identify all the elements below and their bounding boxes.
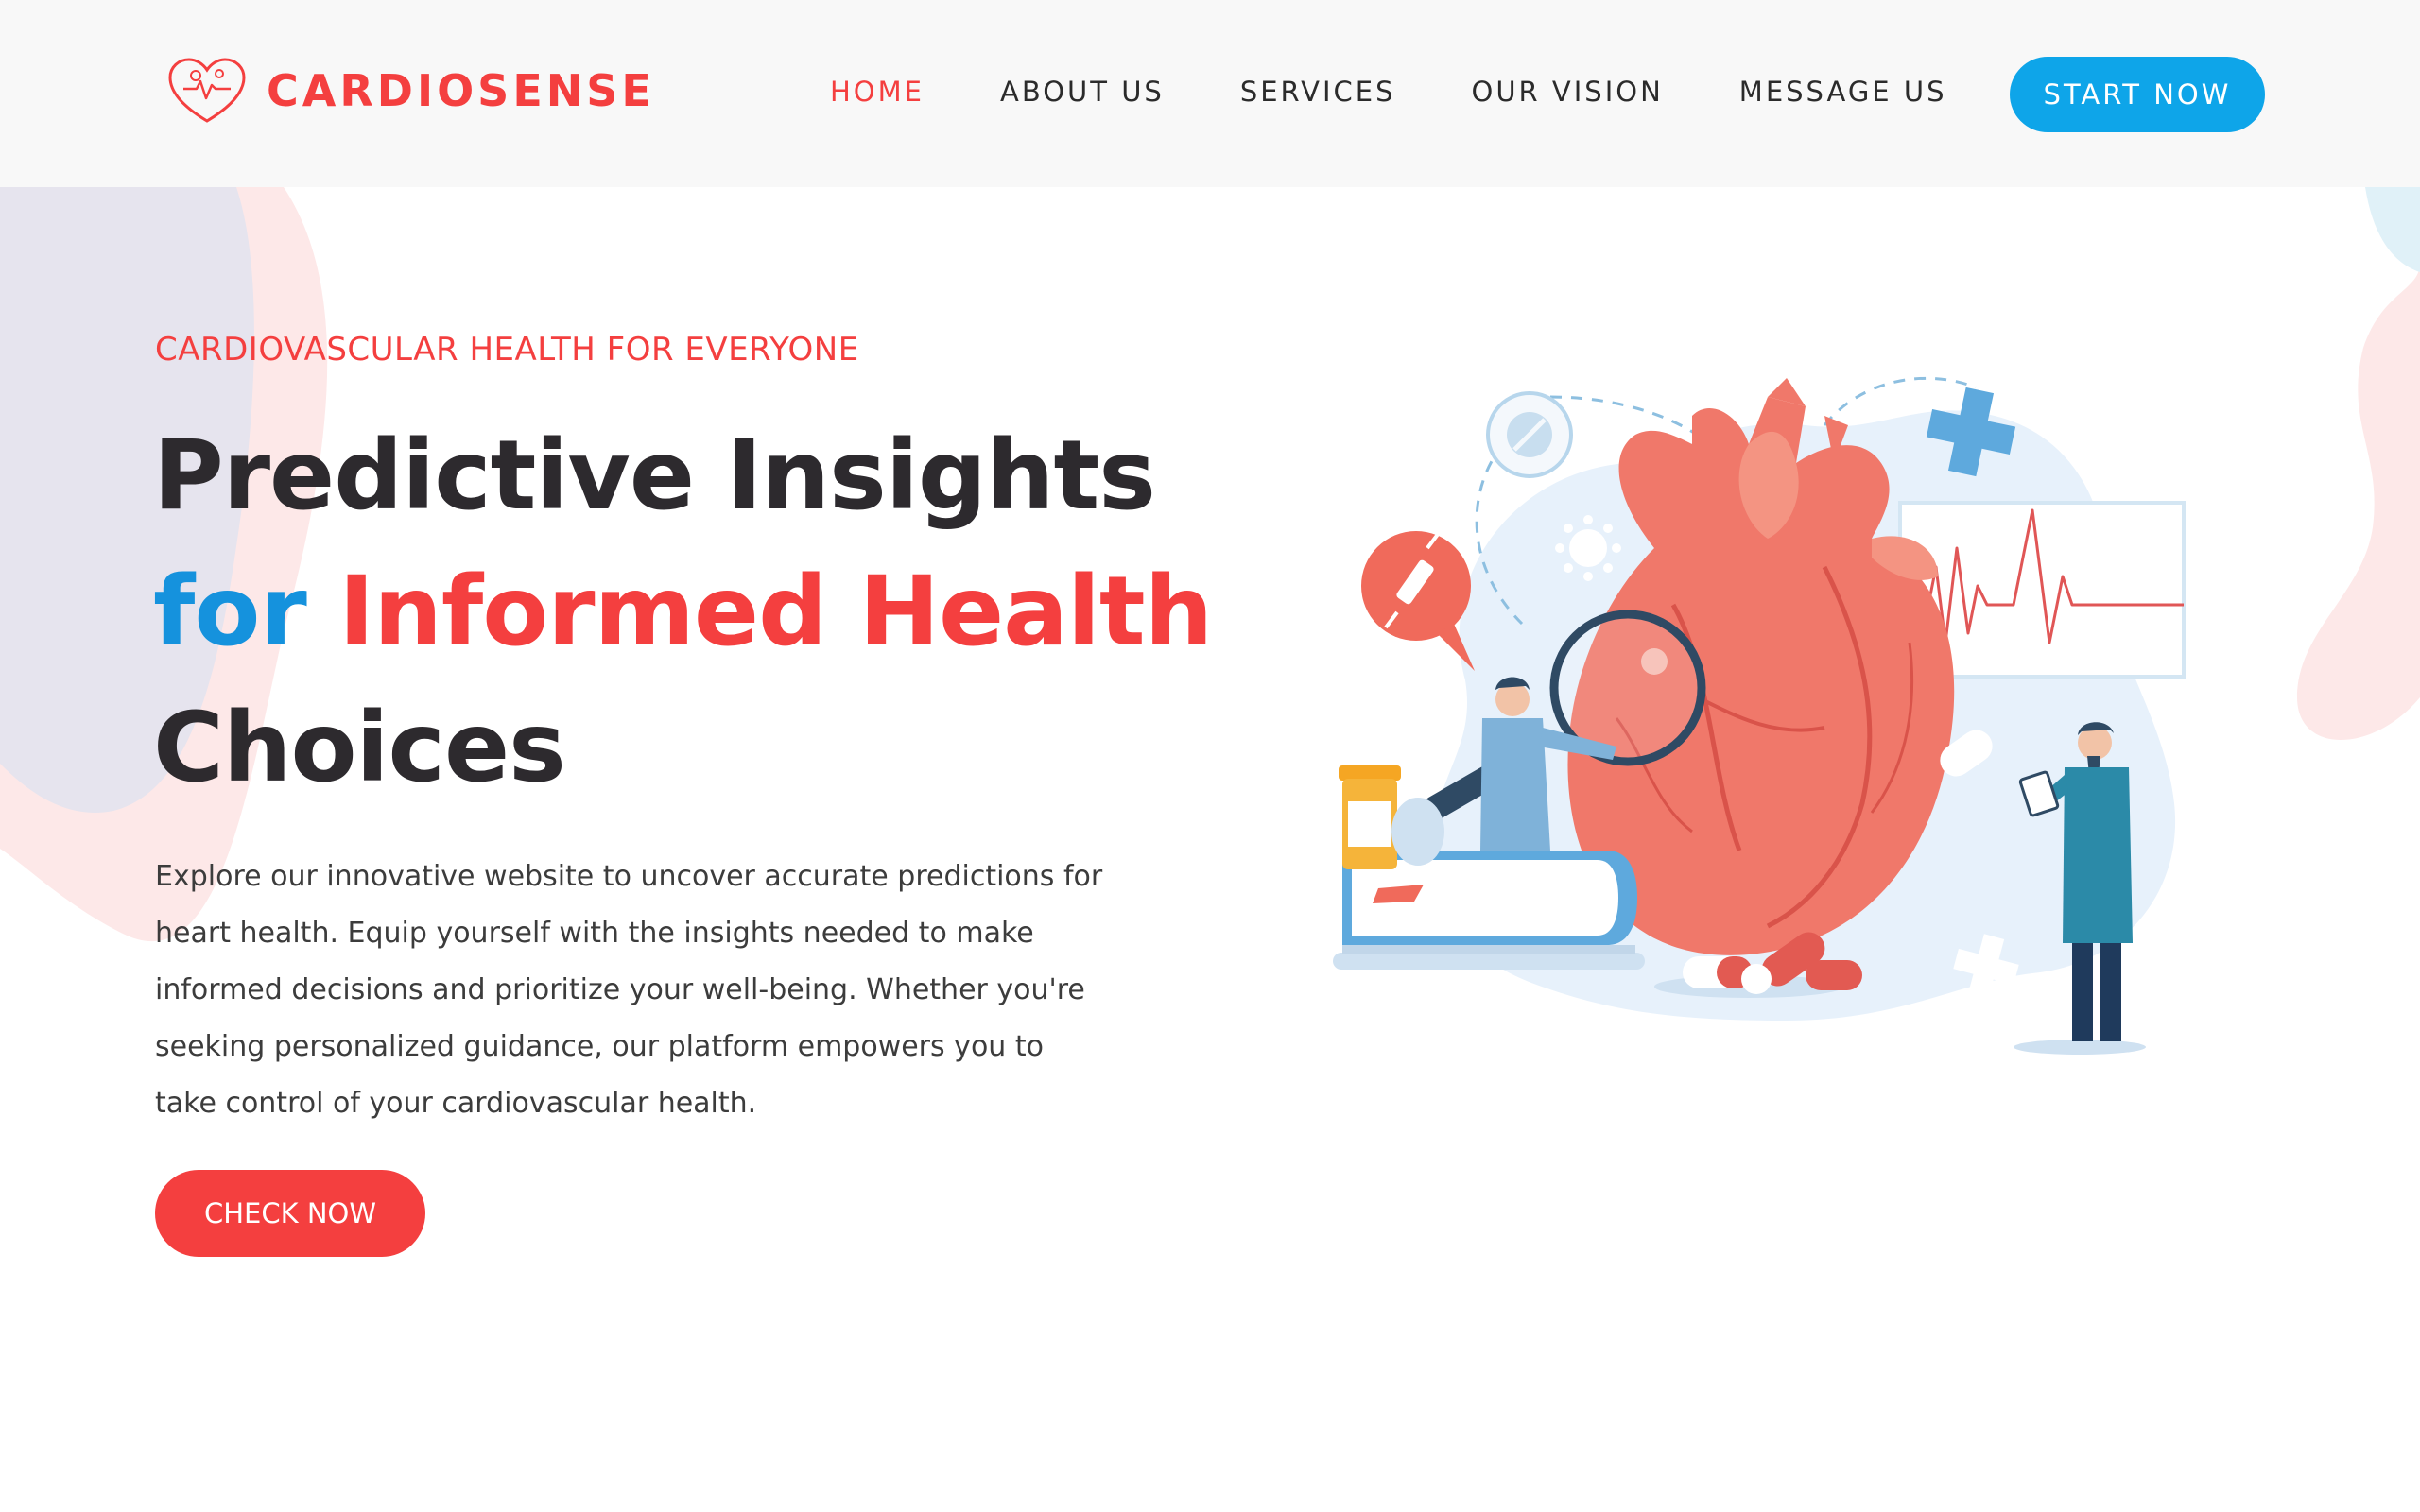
nav-services[interactable]: SERVICES xyxy=(1240,76,1396,108)
headline-line-2: for Informed Health xyxy=(153,544,1213,680)
hero-kicker: CARDIOVASCULAR HEALTH FOR EVERYONE xyxy=(155,331,859,369)
start-now-button[interactable]: START NOW xyxy=(2010,57,2265,132)
main-nav: HOME ABOUT US SERVICES OUR VISION MESSAG… xyxy=(830,76,1946,108)
heart-logo-icon xyxy=(168,58,246,123)
brand-name: CARDIOSENSE xyxy=(267,65,655,116)
nav-our-vision[interactable]: OUR VISION xyxy=(1472,76,1664,108)
heart-health-illustration xyxy=(1333,376,2186,1055)
medicine-bottle xyxy=(1339,765,1444,869)
nav-message-us[interactable]: MESSAGE US xyxy=(1739,76,1947,108)
background-blob-right xyxy=(2297,187,2420,740)
site-header: CARDIOSENSE HOME ABOUT US SERVICES OUR V… xyxy=(0,0,2420,187)
headline-line-1: Predictive Insights xyxy=(153,420,1156,532)
hero-description: Explore our innovative website to uncove… xyxy=(155,860,1103,1120)
nav-home[interactable]: HOME xyxy=(830,76,925,108)
hero-headline: Predictive Insights for Informed Health … xyxy=(153,408,1213,816)
syringe-icon xyxy=(1361,531,1475,671)
headline-for-word: for xyxy=(153,556,307,668)
check-now-button[interactable]: CHECK NOW xyxy=(155,1170,425,1257)
headline-line-3: Choices xyxy=(153,692,566,804)
headline-informed-health: Informed Health xyxy=(338,556,1213,668)
pill-icon xyxy=(1486,391,1573,478)
nav-about-us[interactable]: ABOUT US xyxy=(1000,76,1165,108)
brand[interactable]: CARDIOSENSE xyxy=(164,55,655,127)
